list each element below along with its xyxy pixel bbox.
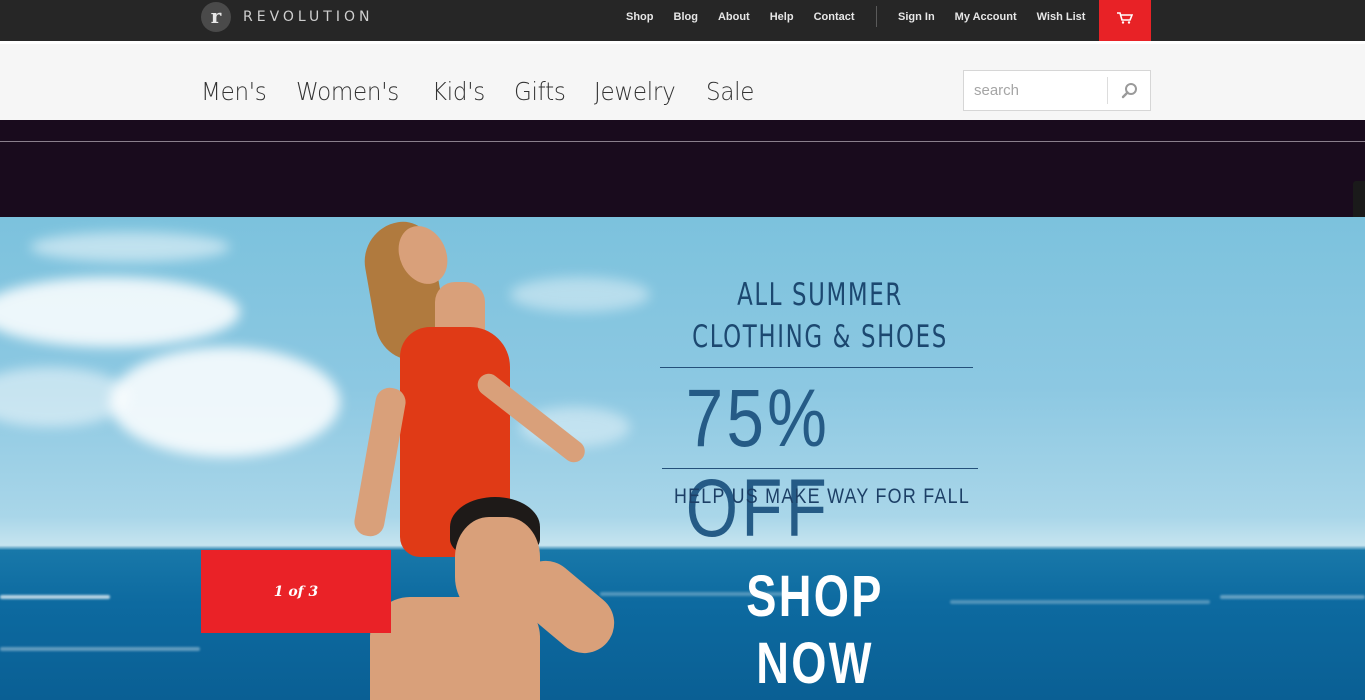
cloud xyxy=(0,367,130,427)
promo-band xyxy=(0,120,1365,217)
main-nav: Men's Women's Kid's Gifts Jewelry Sale xyxy=(0,44,1365,120)
promo-text: ALL SUMMER CLOTHING & SHOES xyxy=(640,274,1000,358)
logo-mark-icon: r xyxy=(201,2,231,32)
top-link-contact[interactable]: Contact xyxy=(814,11,855,23)
top-link-about[interactable]: About xyxy=(718,11,750,23)
cloud xyxy=(110,347,340,457)
nav-item-gifts[interactable]: Gifts xyxy=(514,77,566,106)
nav-item-womens[interactable]: Women's xyxy=(296,77,399,106)
promo-rule-top xyxy=(660,367,973,368)
nav-item-sale[interactable]: Sale xyxy=(706,77,754,106)
promo-rule-bottom xyxy=(662,468,978,469)
discount-text: 75% OFF xyxy=(685,373,831,554)
top-link-shop[interactable]: Shop xyxy=(626,11,654,23)
search-button[interactable] xyxy=(1118,80,1140,102)
wish-list-link[interactable]: Wish List xyxy=(1037,11,1086,23)
top-divider xyxy=(876,6,877,27)
search-icon xyxy=(1121,83,1137,99)
logo[interactable]: r REVOLUTION xyxy=(201,2,373,32)
top-links: Shop Blog About Help Contact xyxy=(626,0,875,34)
hero-banner[interactable]: ALL SUMMER CLOTHING & SHOES 75% OFF HELP… xyxy=(0,217,1365,700)
search-divider xyxy=(1107,77,1108,104)
side-tab-1[interactable] xyxy=(1353,181,1365,220)
wave xyxy=(0,595,110,599)
top-link-blog[interactable]: Blog xyxy=(674,11,698,23)
nav-item-jewelry[interactable]: Jewelry xyxy=(594,77,676,106)
slide-indicator[interactable]: 1 of 3 xyxy=(201,550,391,633)
nav-item-kids[interactable]: Kid's xyxy=(432,77,485,106)
top-bar: r REVOLUTION Shop Blog About Help Contac… xyxy=(0,0,1365,41)
wave xyxy=(950,600,1210,604)
sign-in-link[interactable]: Sign In xyxy=(898,11,935,23)
cart-icon xyxy=(1117,11,1133,24)
promo-headline-2: CLOTHING & SHOES xyxy=(692,319,948,355)
shop-now-button[interactable]: SHOP NOW xyxy=(710,563,921,697)
search-input[interactable] xyxy=(964,71,1107,110)
nav-item-mens[interactable]: Men's xyxy=(201,77,267,106)
promo-subline: HELP US MAKE WAY FOR FALL xyxy=(673,485,971,508)
cart-button[interactable] xyxy=(1099,0,1151,41)
top-link-help[interactable]: Help xyxy=(770,11,794,23)
my-account-link[interactable]: My Account xyxy=(955,11,1017,23)
wave xyxy=(1220,595,1365,599)
category-menu: Men's Women's Kid's Gifts Jewelry Sale xyxy=(201,77,783,106)
promo-headline-1: ALL SUMMER xyxy=(737,277,903,313)
account-links: Sign In My Account Wish List xyxy=(898,0,1105,34)
cloud xyxy=(30,232,230,262)
wave xyxy=(0,647,200,651)
logo-text: REVOLUTION xyxy=(243,9,374,25)
band-divider xyxy=(0,141,1365,142)
cloud xyxy=(0,277,240,347)
search-box xyxy=(963,70,1151,111)
